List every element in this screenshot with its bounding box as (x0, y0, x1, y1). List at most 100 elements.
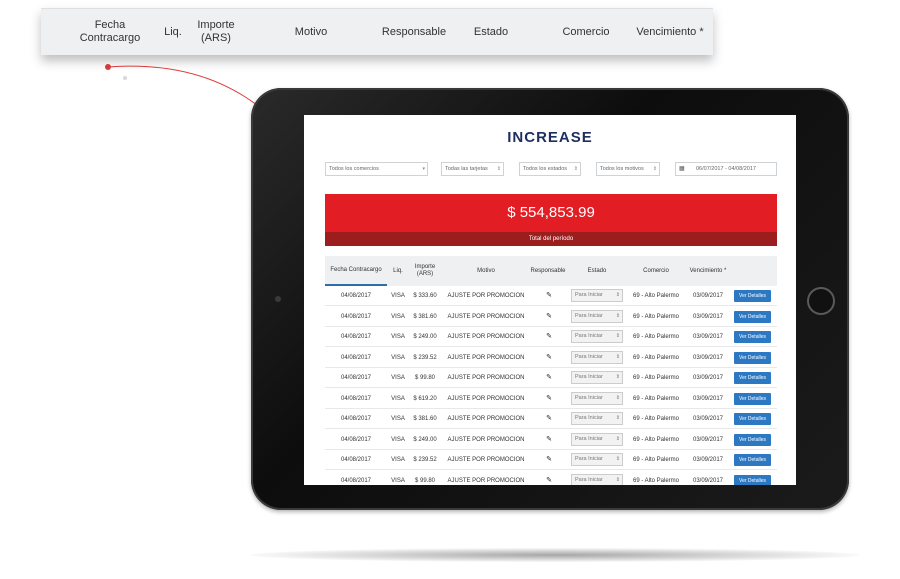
estado-select[interactable]: Para Iniciar ⇕ (571, 391, 623, 405)
pencil-icon[interactable]: ✎ (539, 348, 559, 368)
cell-motivo: AJUSTE POR PROMOCION (447, 375, 525, 381)
col-comercio[interactable]: Comercio (627, 256, 685, 286)
ver-detalles-button[interactable]: Ver Detalles (734, 413, 771, 425)
zoom-col-vencimiento: Vencimiento * (636, 25, 704, 38)
cell-liq: VISA (391, 293, 405, 299)
cell-liq: VISA (391, 354, 405, 361)
cell-fecha: 04/08/2017 (340, 334, 372, 340)
home-button[interactable] (807, 287, 835, 315)
estado-select[interactable]: Para Iniciar ⇕ (571, 432, 623, 446)
cell-fecha: 04/08/2017 (340, 436, 372, 443)
estado-select-value: Para Iniciar (575, 456, 603, 462)
pencil-icon[interactable]: ✎ (539, 327, 559, 347)
cell-vencimiento: 03/09/2017 (692, 375, 724, 381)
cell-importe: $ 249.00 (413, 334, 437, 340)
pencil-icon[interactable]: ✎ (539, 389, 559, 409)
cell-vencimiento: 03/09/2017 (692, 334, 724, 340)
estado-select[interactable]: Para Iniciar ⇕ (571, 289, 623, 302)
estado-select-value: Para Iniciar (575, 374, 603, 380)
col-estado[interactable]: Estado (571, 256, 623, 286)
col-fecha[interactable]: Fecha Contracargo (325, 256, 387, 286)
cell-liq: VISA (391, 313, 405, 320)
estado-select[interactable]: Para Iniciar ⇕ (571, 453, 623, 466)
filter-tarjetas[interactable]: Todas las tarjetas ⇕ (441, 162, 504, 176)
filter-comercios[interactable]: Todos los comercios ▾ (325, 162, 428, 176)
total-label: Total del período (325, 232, 777, 246)
cell-vencimiento: 03/09/2017 (692, 416, 724, 422)
zoom-col-responsable: Responsable (381, 25, 447, 38)
col-liq[interactable]: Liq. (388, 256, 408, 286)
estado-select-value: Para Iniciar (575, 333, 603, 339)
zoom-col-motivo: Motivo (294, 25, 328, 38)
cell-comercio: 69 - Alto Palermo (632, 334, 680, 340)
cell-fecha: 04/08/2017 (340, 354, 372, 361)
cell-importe: $ 333.60 (413, 293, 437, 299)
cell-importe: $ 99.80 (414, 375, 436, 381)
filter-estados[interactable]: Todos los estados ⇕ (519, 162, 581, 176)
cell-vencimiento: 03/09/2017 (692, 395, 724, 402)
filter-fechas-label: 06/07/2017 - 04/08/2017 (696, 166, 756, 172)
estado-select[interactable]: Para Iniciar ⇕ (571, 330, 623, 343)
filter-fechas[interactable]: ▦ 06/07/2017 - 04/08/2017 (675, 162, 777, 176)
ver-detalles-button[interactable]: Ver Detalles (734, 372, 771, 384)
cell-comercio: 69 - Alto Palermo (632, 395, 680, 402)
ver-detalles-button[interactable]: Ver Detalles (734, 310, 771, 323)
pencil-icon[interactable]: ✎ (539, 430, 559, 450)
chevron-down-icon: ⇕ (615, 456, 620, 462)
estado-select[interactable]: Para Iniciar ⇕ (571, 371, 623, 384)
chevron-down-icon: ⇕ (496, 166, 501, 172)
estado-select[interactable]: Para Iniciar ⇕ (571, 309, 623, 323)
estado-select-value: Para Iniciar (575, 353, 603, 360)
cell-importe: $ 381.60 (413, 313, 437, 320)
ver-detalles-button[interactable]: Ver Detalles (734, 474, 771, 485)
chevron-down-icon: ⇕ (615, 353, 620, 360)
cell-importe: $ 239.52 (413, 457, 437, 463)
pencil-icon[interactable]: ✎ (539, 368, 559, 388)
col-motivo[interactable]: Motivo (445, 256, 527, 286)
filter-motivos-label: Todos los motivos (600, 166, 644, 172)
ver-detalles-button[interactable]: Ver Detalles (734, 454, 771, 466)
cell-comercio: 69 - Alto Palermo (632, 354, 680, 361)
chevron-down-icon: ⇕ (652, 166, 657, 172)
ver-detalles-button[interactable]: Ver Detalles (734, 392, 771, 405)
estado-select[interactable]: Para Iniciar ⇕ (571, 412, 623, 425)
cell-vencimiento: 03/09/2017 (692, 354, 724, 361)
cell-liq: VISA (391, 395, 405, 402)
ver-detalles-button[interactable]: Ver Detalles (734, 331, 771, 343)
pencil-icon[interactable]: ✎ (539, 307, 559, 327)
cell-motivo: AJUSTE POR PROMOCION (447, 354, 525, 361)
pencil-icon[interactable]: ✎ (539, 409, 559, 429)
col-vencimiento[interactable]: Vencimiento * (685, 256, 731, 286)
table-row: 04/08/2017 VISA $ 381.60 AJUSTE POR PROM… (325, 307, 777, 327)
filter-tarjetas-label: Todas las tarjetas (445, 166, 488, 172)
pencil-icon[interactable]: ✎ (539, 471, 559, 486)
chevron-down-icon: ⇕ (615, 394, 620, 401)
ver-detalles-button[interactable]: Ver Detalles (734, 433, 771, 446)
cell-comercio: 69 - Alto Palermo (632, 293, 680, 299)
cell-motivo: AJUSTE POR PROMOCION (447, 477, 525, 484)
cell-motivo: AJUSTE POR PROMOCION (447, 436, 525, 443)
cell-motivo: AJUSTE POR PROMOCION (447, 293, 525, 299)
ver-detalles-button[interactable]: Ver Detalles (734, 290, 771, 302)
chevron-down-icon: ⇕ (615, 333, 620, 339)
chevron-down-icon: ⇕ (615, 374, 620, 380)
filter-motivos[interactable]: Todos los motivos ⇕ (596, 162, 660, 176)
pencil-icon[interactable]: ✎ (539, 286, 559, 306)
filter-estados-label: Todos los estados (523, 166, 568, 172)
cell-vencimiento: 03/09/2017 (692, 457, 724, 463)
cell-fecha: 04/08/2017 (340, 457, 372, 463)
cell-importe: $ 381.60 (413, 416, 437, 422)
cell-liq: VISA (391, 436, 405, 443)
cell-liq: VISA (391, 416, 405, 422)
estado-select[interactable]: Para Iniciar ⇕ (571, 350, 623, 364)
estado-select[interactable]: Para Iniciar ⇕ (571, 473, 623, 485)
cell-liq: VISA (391, 334, 405, 340)
col-responsable[interactable]: Responsable (529, 256, 567, 286)
table-row: 04/08/2017 VISA $ 249.00 AJUSTE POR PROM… (325, 327, 777, 347)
ver-detalles-button[interactable]: Ver Detalles (734, 351, 771, 364)
cell-fecha: 04/08/2017 (340, 375, 372, 381)
camera-icon (275, 296, 281, 302)
pencil-icon[interactable]: ✎ (539, 450, 559, 470)
zoom-col-fecha: Fecha Contracargo (79, 19, 141, 44)
col-importe[interactable]: Importe (ARS) (409, 256, 441, 286)
